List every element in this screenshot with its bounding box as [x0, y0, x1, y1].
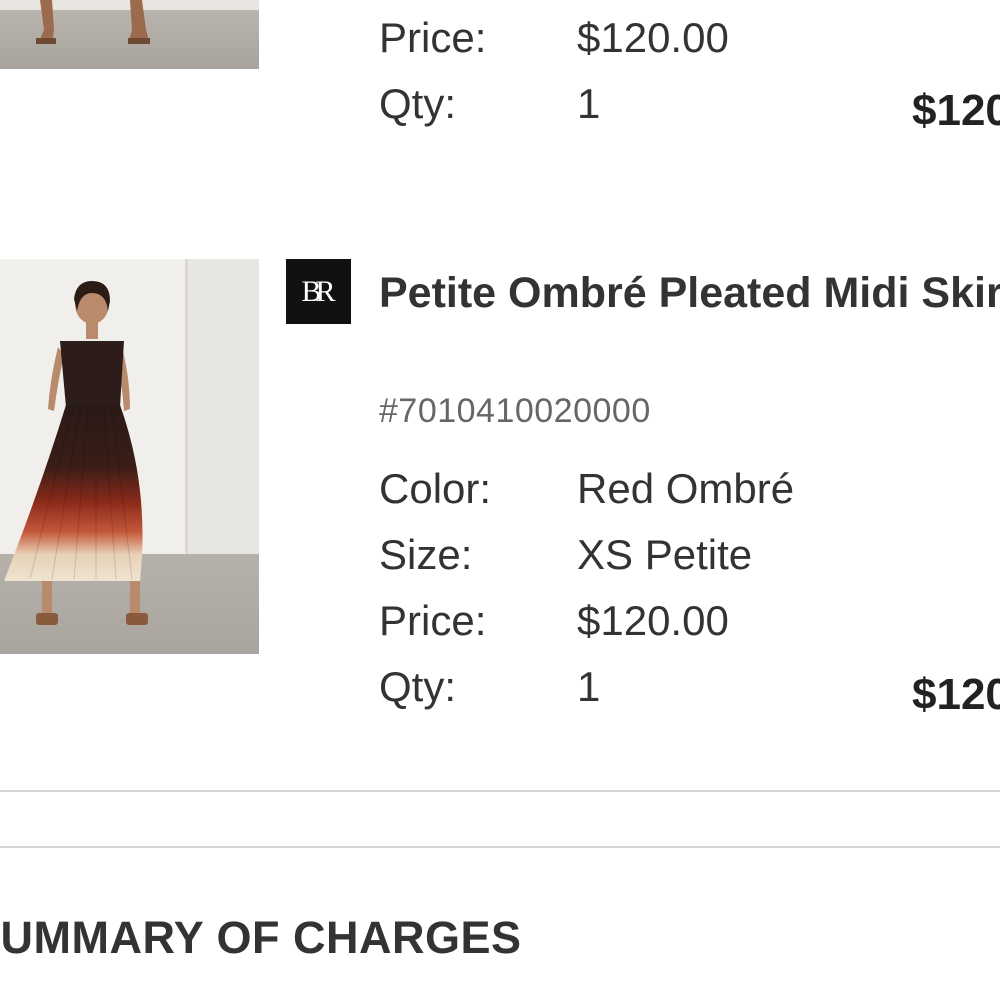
section-divider: [0, 846, 1000, 848]
product-image-1[interactable]: [0, 0, 259, 69]
qty-label: Qty:: [379, 80, 457, 127]
qty-value: 1: [577, 80, 601, 127]
product-sku: #7010410020000: [379, 392, 651, 430]
price-label: Price:: [379, 14, 487, 61]
color-label: Color:: [379, 465, 492, 512]
size-value: XS Petite: [577, 531, 753, 578]
line-total: $120: [912, 670, 1000, 719]
price-value: $120.00: [577, 14, 729, 61]
qty-value: 1: [577, 663, 601, 710]
product-name[interactable]: Petite Ombré Pleated Midi Skirt: [379, 262, 1000, 324]
color-value: Red Ombré: [577, 465, 795, 512]
line-total: $120: [912, 86, 1000, 135]
qty-label: Qty:: [379, 663, 457, 710]
product-photo-model-skirt: [0, 259, 259, 654]
price-label: Price:: [379, 597, 487, 644]
price-value: $120.00: [577, 597, 729, 644]
product-image-2[interactable]: [0, 259, 259, 654]
order-items-page: Price: $120.00 Qty: 1 $120 BR Petite Omb…: [0, 0, 1000, 1000]
product-photo-feet: [0, 0, 259, 69]
brand-logo: BR: [286, 259, 351, 324]
brand-logo-text: BR: [301, 274, 335, 308]
items-divider: [0, 790, 1000, 792]
size-label: Size:: [379, 531, 473, 578]
summary-of-charges-heading: SUMMARY OF CHARGES: [0, 912, 522, 963]
